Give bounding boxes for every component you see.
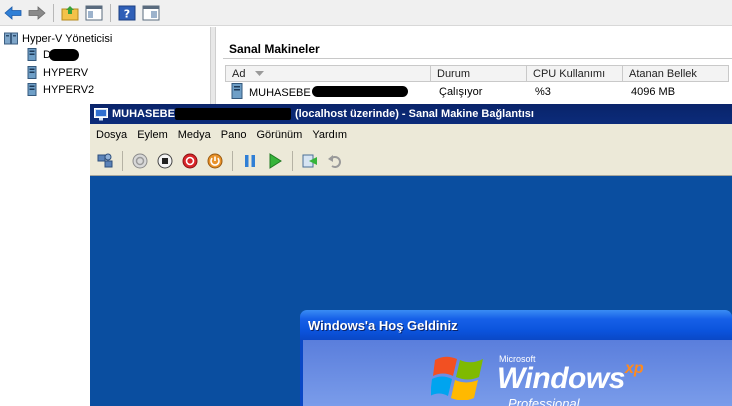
redacted-name — [174, 108, 291, 120]
sort-arrow-icon — [254, 71, 264, 76]
vm-list-title: Sanal Makineler — [223, 35, 732, 59]
vm-menu-bar: Dosya Eylem Medya Pano Görünüm Yardım — [90, 124, 732, 146]
server-icon — [27, 83, 37, 96]
xp-welcome-dialog: Windows'a Hoş Geldiniz Microsoft Windows… — [300, 310, 732, 406]
vm-connection-window: MUHASEBE (localhost üzerinde) - Sanal Ma… — [90, 104, 732, 406]
pause-icon[interactable] — [239, 150, 261, 172]
power-icon[interactable] — [204, 150, 226, 172]
toolbar-separator — [292, 150, 293, 171]
start-icon[interactable] — [129, 150, 151, 172]
toolbar-separator — [232, 150, 233, 171]
resume-icon[interactable] — [264, 150, 286, 172]
turn-off-icon[interactable] — [154, 150, 176, 172]
edition-wordmark: Professional — [508, 396, 580, 406]
show-hide-tree-icon[interactable] — [83, 2, 105, 24]
menu-action[interactable]: Eylem — [137, 129, 168, 141]
xp-dialog-body: Microsoft Windows xp Professional — [300, 340, 732, 406]
mmc-toolbar: ? — [0, 0, 732, 26]
column-header-status[interactable]: Durum — [431, 65, 527, 82]
windows-wordmark: Windows — [497, 362, 625, 395]
forward-arrow-icon[interactable] — [26, 2, 48, 24]
vm-window-title-bar[interactable]: MUHASEBE (localhost üzerinde) - Sanal Ma… — [90, 104, 732, 124]
vm-memory-cell: 4096 MB — [631, 86, 676, 98]
help-icon[interactable]: ? — [116, 2, 138, 24]
shut-down-icon[interactable] — [179, 150, 201, 172]
menu-file[interactable]: Dosya — [96, 129, 127, 141]
tree-root-hyperv-manager[interactable]: Hyper-V Yöneticisi — [4, 32, 112, 45]
up-folder-icon[interactable] — [59, 2, 81, 24]
redacted-name — [311, 86, 408, 97]
column-header-memory[interactable]: Atanan Bellek — [623, 65, 729, 82]
tree-root-label: Hyper-V Yöneticisi — [22, 32, 113, 45]
vm-icon — [231, 83, 243, 99]
column-header-name[interactable]: Ad — [225, 65, 431, 82]
hyperv-manager-icon — [4, 32, 18, 45]
menu-view[interactable]: Görünüm — [256, 129, 302, 141]
menu-media[interactable]: Medya — [178, 129, 211, 141]
toolbar-separator — [53, 3, 54, 22]
vm-cpu-cell: %3 — [535, 86, 551, 98]
toolbar-separator — [122, 150, 123, 171]
tree-item-label: HYPERV2 — [43, 83, 95, 96]
column-header-cpu[interactable]: CPU Kullanımı — [527, 65, 623, 82]
tree-item-server-hyperv2[interactable]: HYPERV2 — [25, 83, 94, 96]
server-icon — [27, 48, 37, 61]
snapshot-icon[interactable] — [299, 150, 321, 172]
xp-wordmark: xp — [625, 360, 644, 377]
vm-name-cell: MUHASEBE — [243, 83, 408, 101]
tree-item-server-hyperv[interactable]: HYPERV — [25, 66, 88, 79]
properties-icon[interactable] — [140, 2, 162, 24]
xp-dialog-title: Windows'a Hoş Geldiniz — [300, 310, 732, 340]
vm-window-title-prefix: MUHASEBE — [112, 108, 175, 120]
svg-text:?: ? — [124, 7, 130, 20]
back-arrow-icon[interactable] — [2, 2, 24, 24]
vm-window-title-suffix: (localhost üzerinde) - Sanal Makine Bağl… — [294, 108, 534, 120]
toolbar-separator — [110, 3, 111, 22]
vm-status-cell: Çalışıyor — [439, 86, 483, 98]
ctrl-alt-del-icon[interactable] — [94, 150, 116, 172]
vm-connection-icon — [94, 107, 108, 120]
windows-flag-logo — [431, 356, 483, 400]
vm-display-area[interactable]: Windows'a Hoş Geldiniz Microsoft Windows… — [90, 176, 732, 406]
tree-item-server-d[interactable]: D — [25, 48, 79, 61]
tree-item-label: HYPERV — [43, 66, 89, 79]
menu-help[interactable]: Yardım — [312, 129, 347, 141]
menu-clipboard[interactable]: Pano — [221, 129, 247, 141]
vm-toolbar — [90, 146, 732, 176]
redacted-name — [48, 48, 79, 61]
revert-icon[interactable] — [324, 150, 346, 172]
server-icon — [27, 66, 37, 79]
